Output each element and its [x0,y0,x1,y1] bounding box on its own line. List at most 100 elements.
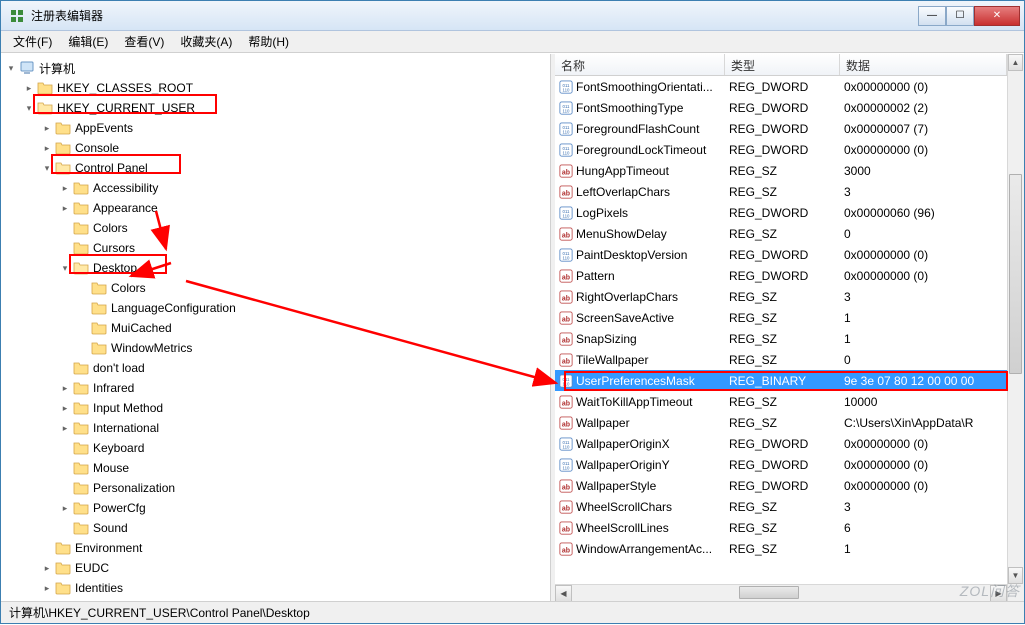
close-button[interactable]: ✕ [974,6,1020,26]
registry-value-row[interactable]: abWallpaperREG_SZC:\Users\Xin\AppData\R [555,412,1007,433]
expand-icon [77,302,89,314]
registry-value-row[interactable]: abMenuShowDelayREG_SZ0 [555,223,1007,244]
tree-item[interactable]: LanguageConfiguration [1,298,550,318]
tree-item[interactable]: Sound [1,518,550,538]
svg-text:110: 110 [563,150,571,155]
registry-value-row[interactable]: 011110ForegroundLockTimeoutREG_DWORD0x00… [555,139,1007,160]
value-name-cell: 011110UserPreferencesMask [555,374,725,388]
svg-text:ab: ab [562,484,570,491]
registry-value-row[interactable]: 011110WallpaperOriginXREG_DWORD0x0000000… [555,433,1007,454]
tree-label: Keyboard [93,441,144,455]
tree-item[interactable]: ▸Identities [1,578,550,598]
registry-value-row[interactable]: abHungAppTimeoutREG_SZ3000 [555,160,1007,181]
registry-value-row[interactable]: 011110UserPreferencesMaskREG_BINARY9e 3e… [555,370,1007,391]
registry-value-row[interactable]: abWindowArrangementAc...REG_SZ1 [555,538,1007,559]
tree-item[interactable]: ▸Infrared [1,378,550,398]
registry-value-row[interactable]: abWheelScrollCharsREG_SZ3 [555,496,1007,517]
tree-item[interactable]: Keyboard [1,438,550,458]
expand-icon[interactable]: ▸ [59,502,71,514]
menu-item[interactable]: 帮助(H) [240,31,297,52]
scroll-down-button[interactable]: ▼ [1008,567,1023,584]
registry-value-row[interactable]: abSnapSizingREG_SZ1 [555,328,1007,349]
expand-icon [59,222,71,234]
value-data-cell: 3 [840,500,1007,514]
tree-item[interactable]: ▸ International [1,418,550,438]
expand-icon[interactable]: ▸ [41,142,53,154]
list-body[interactable]: 011110FontSmoothingOrientati...REG_DWORD… [555,76,1007,584]
menu-item[interactable]: 收藏夹(A) [172,31,240,52]
expand-icon[interactable]: ▸ [59,182,71,194]
scroll-up-button[interactable]: ▲ [1008,54,1023,71]
registry-value-row[interactable]: 011110WallpaperOriginYREG_DWORD0x0000000… [555,454,1007,475]
collapse-icon[interactable]: ▾ [41,162,53,174]
tree-item[interactable]: ▸ PowerCfg [1,498,550,518]
tree-item[interactable]: ▾计算机 [1,58,550,78]
tree-item[interactable]: ▸EUDC [1,558,550,578]
expand-icon[interactable]: ▸ [23,82,35,94]
expand-icon[interactable]: ▸ [59,422,71,434]
registry-value-row[interactable]: 011110ForegroundFlashCountREG_DWORD0x000… [555,118,1007,139]
registry-value-row[interactable]: 011110LogPixelsREG_DWORD0x00000060 (96) [555,202,1007,223]
expand-icon[interactable]: ▸ [41,562,53,574]
registry-value-row[interactable]: abLeftOverlapCharsREG_SZ3 [555,181,1007,202]
tree-item[interactable]: ▸Accessibility [1,178,550,198]
registry-value-row[interactable]: abTileWallpaperREG_SZ0 [555,349,1007,370]
tree-item[interactable]: ▸Console [1,138,550,158]
value-data-cell: 9e 3e 07 80 12 00 00 00 [840,374,1007,388]
collapse-icon[interactable]: ▾ [59,262,71,274]
tree-item[interactable]: Environment [1,538,550,558]
registry-value-row[interactable]: 011110FontSmoothingOrientati...REG_DWORD… [555,76,1007,97]
tree-item[interactable]: ▾HKEY_CURRENT_USER [1,98,550,118]
registry-value-row[interactable]: abPatternREG_DWORD0x00000000 (0) [555,265,1007,286]
tree-pane[interactable]: ▾计算机▸HKEY_CLASSES_ROOT▾HKEY_CURRENT_USER… [1,54,551,601]
registry-value-row[interactable]: abWheelScrollLinesREG_SZ6 [555,517,1007,538]
svg-text:ab: ab [562,421,570,428]
registry-value-row[interactable]: abScreenSaveActiveREG_SZ1 [555,307,1007,328]
collapse-icon[interactable]: ▾ [5,62,17,74]
tree-item[interactable]: Mouse [1,458,550,478]
tree-item[interactable]: ▸Input Method [1,398,550,418]
minimize-button[interactable]: — [918,6,946,26]
menu-item[interactable]: 查看(V) [116,31,172,52]
tree-item[interactable]: Colors [1,218,550,238]
tree-item[interactable]: Cursors [1,238,550,258]
menu-item[interactable]: 编辑(E) [60,31,116,52]
titlebar: 注册表编辑器 — ☐ ✕ [1,1,1024,31]
tree-item[interactable]: ▾Desktop [1,258,550,278]
tree-item[interactable]: ▸Appearance [1,198,550,218]
registry-value-row[interactable]: abWaitToKillAppTimeoutREG_SZ10000 [555,391,1007,412]
tree-item[interactable]: ▾Control Panel [1,158,550,178]
tree-label: PowerCfg [93,501,146,515]
registry-value-row[interactable]: 011110FontSmoothingTypeREG_DWORD0x000000… [555,97,1007,118]
expand-icon[interactable]: ▸ [59,402,71,414]
tree-label: International [93,421,159,435]
expand-icon[interactable]: ▸ [41,122,53,134]
tree-item[interactable]: MuiCached [1,318,550,338]
tree-item[interactable]: WindowMetrics [1,338,550,358]
registry-value-row[interactable]: abRightOverlapCharsREG_SZ3 [555,286,1007,307]
scroll-left-button[interactable]: ◀ [555,585,572,601]
scroll-right-button[interactable]: ▶ [990,585,1007,601]
expand-icon [77,342,89,354]
expand-icon [59,242,71,254]
registry-value-row[interactable]: abWallpaperStyleREG_DWORD0x00000000 (0) [555,475,1007,496]
vertical-scrollbar[interactable]: ▲ ▼ [1007,54,1024,601]
registry-value-row[interactable]: 011110PaintDesktopVersionREG_DWORD0x0000… [555,244,1007,265]
collapse-icon[interactable]: ▾ [23,102,35,114]
expand-icon[interactable]: ▸ [59,202,71,214]
tree-item[interactable]: Personalization [1,478,550,498]
tree-item[interactable]: ▸HKEY_CLASSES_ROOT [1,78,550,98]
tree-item[interactable]: ▸AppEvents [1,118,550,138]
svg-text:ab: ab [562,337,570,344]
menu-item[interactable]: 文件(F) [5,31,60,52]
col-header-data[interactable]: 数据 [840,54,1007,75]
maximize-button[interactable]: ☐ [946,6,974,26]
col-header-name[interactable]: 名称 [555,54,725,75]
value-name-cell: abHungAppTimeout [555,164,725,178]
expand-icon[interactable]: ▸ [41,582,53,594]
tree-item[interactable]: don't load [1,358,550,378]
col-header-type[interactable]: 类型 [725,54,840,75]
horizontal-scrollbar[interactable]: ◀ ▶ [555,584,1007,601]
expand-icon[interactable]: ▸ [59,382,71,394]
tree-item[interactable]: Colors [1,278,550,298]
